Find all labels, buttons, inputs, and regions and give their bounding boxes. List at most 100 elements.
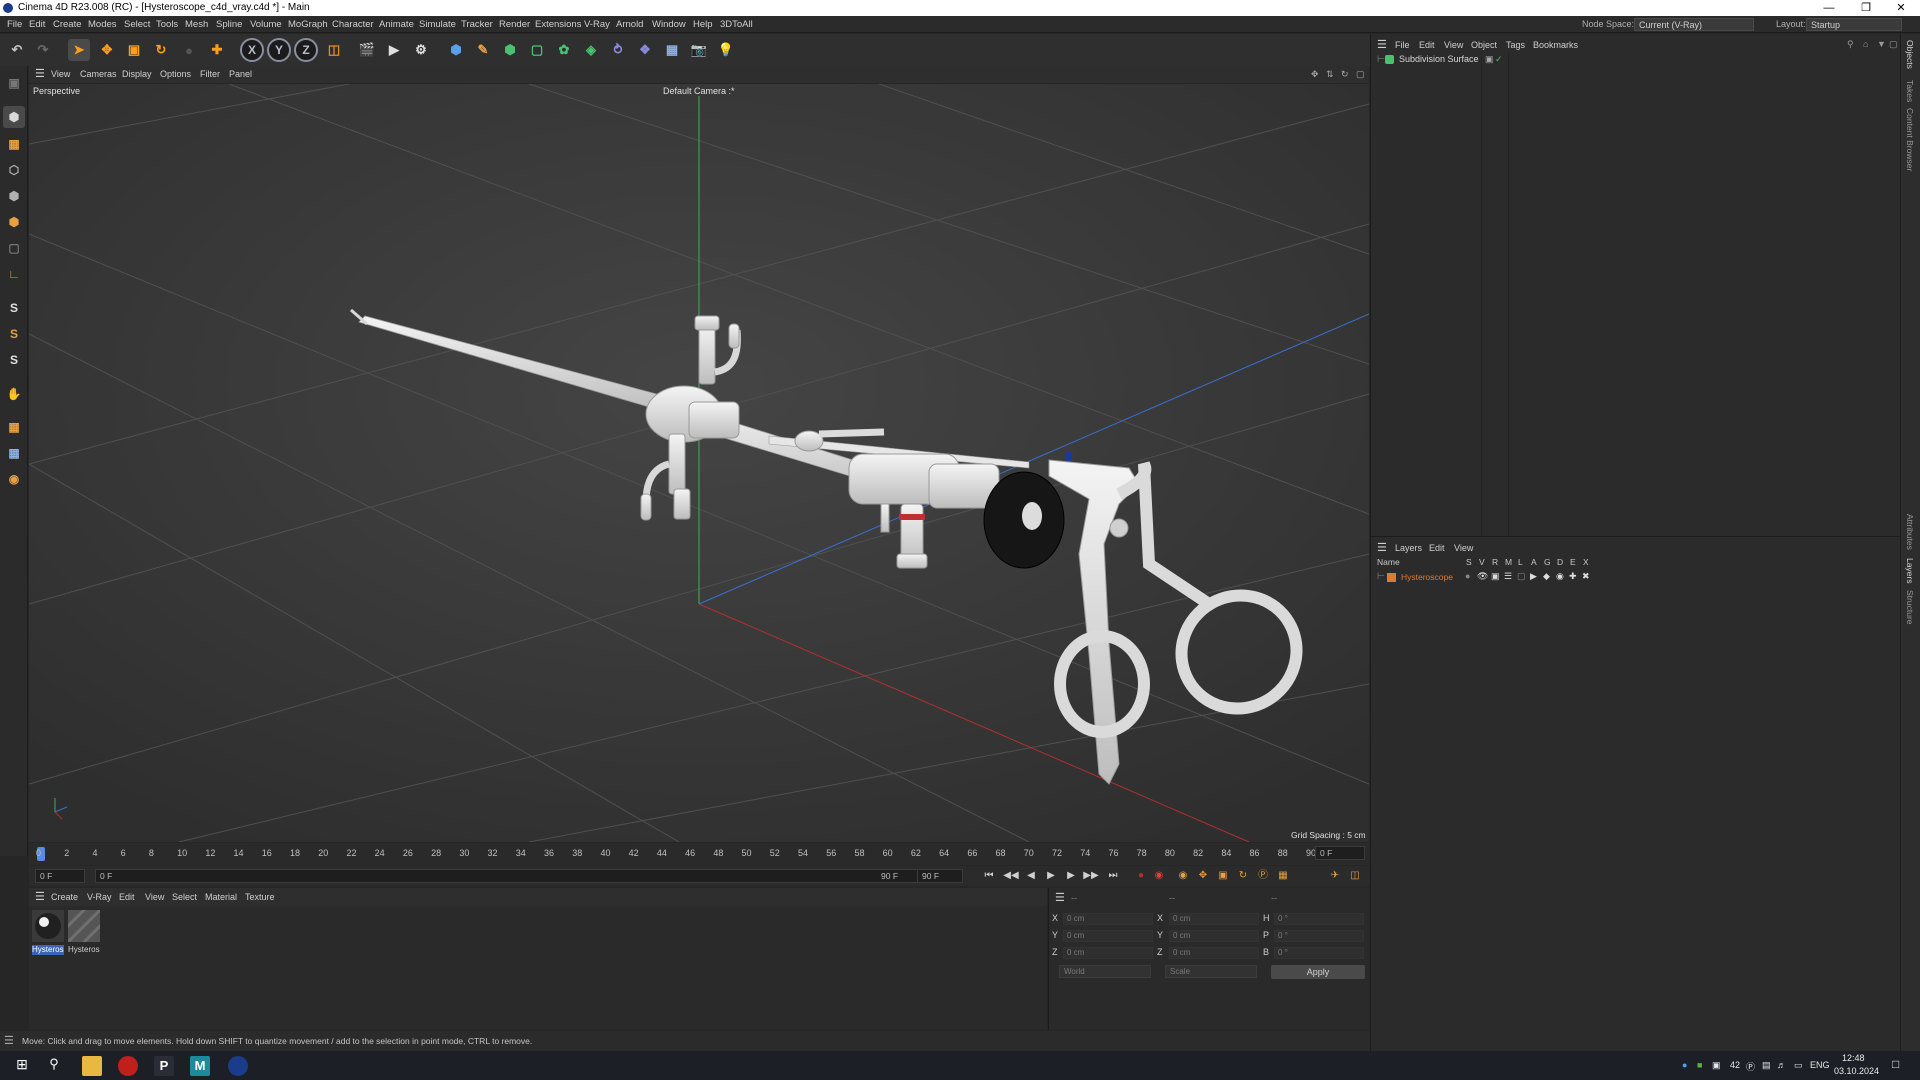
material-menu-create[interactable]: Create bbox=[51, 892, 78, 902]
texture-mode-icon[interactable]: ▦ bbox=[3, 133, 25, 155]
undo-icon[interactable]: ↶ bbox=[6, 39, 28, 61]
deformer-icon[interactable]: ⥁ bbox=[607, 39, 629, 61]
rotation-p-field[interactable]: 0 ° bbox=[1274, 930, 1364, 942]
floor-icon[interactable]: ▦ bbox=[661, 39, 683, 61]
viewport-menu-panel[interactable]: Panel bbox=[229, 69, 252, 79]
windows-start-icon[interactable]: ⊞ bbox=[12, 1056, 32, 1076]
axis-mode-icon[interactable]: ∟ bbox=[3, 263, 25, 285]
layer-animation-icon[interactable]: ▶ bbox=[1530, 571, 1537, 582]
menu-extensions[interactable]: Extensions bbox=[535, 19, 581, 30]
menu-create[interactable]: Create bbox=[53, 19, 82, 30]
status-hamburger-icon[interactable]: ☰ bbox=[4, 1034, 14, 1047]
menu-arnold[interactable]: Arnold bbox=[616, 19, 643, 30]
close-button[interactable]: ✕ bbox=[1878, 0, 1920, 16]
layer-deformers-icon[interactable]: ◉ bbox=[1556, 571, 1564, 582]
position-x-field[interactable]: 0 cm bbox=[1063, 913, 1153, 925]
point-level-key-icon[interactable]: ▦ bbox=[1275, 868, 1291, 884]
cloner-icon[interactable]: ✿ bbox=[553, 39, 575, 61]
layer-render-icon[interactable]: ▣ bbox=[1491, 571, 1500, 582]
search-icon[interactable]: ⚲ bbox=[44, 1056, 64, 1076]
size-mode-dropdown[interactable]: Scale bbox=[1165, 965, 1257, 978]
snap-icon[interactable]: S bbox=[3, 297, 25, 319]
next-key-icon[interactable]: ▶▶ bbox=[1083, 868, 1099, 884]
opera-icon[interactable] bbox=[118, 1056, 138, 1076]
layers-menu-layers[interactable]: Layers bbox=[1395, 543, 1422, 553]
tab-takes[interactable]: Takes bbox=[1905, 80, 1915, 102]
move-tool-icon[interactable]: ✥ bbox=[96, 39, 118, 61]
menu-help[interactable]: Help bbox=[693, 19, 713, 30]
render-view-icon[interactable]: 🎬 bbox=[356, 39, 378, 61]
material-menu-material[interactable]: Material bbox=[205, 892, 237, 902]
menu-animate[interactable]: Animate bbox=[379, 19, 414, 30]
go-to-start-icon[interactable]: ⏮ bbox=[981, 868, 997, 884]
tab-structure[interactable]: Structure bbox=[1905, 590, 1915, 625]
rotation-b-field[interactable]: 0 ° bbox=[1274, 947, 1364, 959]
menu-tools[interactable]: Tools bbox=[156, 19, 178, 30]
live-selection-icon[interactable]: ➤ bbox=[68, 39, 90, 61]
network-icon[interactable]: ▤ bbox=[1762, 1060, 1771, 1071]
motion-system-icon[interactable]: ✈ bbox=[1327, 868, 1343, 884]
viewport-zoom-icon[interactable]: ⇅ bbox=[1326, 69, 1334, 80]
edges-mode-icon[interactable]: ⬢ bbox=[3, 185, 25, 207]
menu-mesh[interactable]: Mesh bbox=[185, 19, 208, 30]
objects-menu-file[interactable]: File bbox=[1395, 40, 1410, 50]
menu-modes[interactable]: Modes bbox=[88, 19, 117, 30]
tab-objects[interactable]: Objects bbox=[1905, 40, 1915, 69]
layer-xref-icon[interactable]: ✖ bbox=[1582, 571, 1590, 582]
cube-icon[interactable]: ⬢ bbox=[445, 39, 467, 61]
coordinates-hamburger-icon[interactable]: ☰ bbox=[1055, 891, 1065, 904]
bluetooth-icon[interactable]: ● bbox=[1682, 1060, 1687, 1070]
layer-solo-icon[interactable]: ● bbox=[1465, 571, 1470, 581]
record-icon[interactable]: ● bbox=[1133, 868, 1149, 884]
volume-icon[interactable]: ♬ bbox=[1777, 1060, 1786, 1070]
grid-icon[interactable]: ▦ bbox=[3, 416, 25, 438]
material-hamburger-icon[interactable]: ☰ bbox=[35, 890, 45, 903]
position-key-icon[interactable]: ✥ bbox=[1195, 868, 1211, 884]
file-explorer-icon[interactable] bbox=[82, 1056, 102, 1076]
scale-key-icon[interactable]: ▣ bbox=[1215, 868, 1231, 884]
material-menu-select[interactable]: Select bbox=[172, 892, 197, 902]
material-menu-view[interactable]: View bbox=[145, 892, 164, 902]
solo-icon[interactable]: S bbox=[3, 323, 25, 345]
layout-dropdown[interactable]: Startup bbox=[1806, 18, 1902, 31]
app-m-icon[interactable]: M bbox=[190, 1056, 210, 1076]
material-menu-edit[interactable]: Edit bbox=[119, 892, 135, 902]
redo-icon[interactable]: ↷ bbox=[32, 39, 54, 61]
objects-hamburger-icon[interactable]: ☰ bbox=[1377, 38, 1387, 51]
nvidia-icon[interactable]: ■ bbox=[1697, 1060, 1702, 1070]
viewport-hamburger-icon[interactable]: ☰ bbox=[35, 67, 45, 80]
notifications-icon[interactable]: □ bbox=[1892, 1057, 1899, 1071]
object-visibility-icon[interactable]: ▣ bbox=[1485, 54, 1494, 65]
previous-frame-icon[interactable]: ◀ bbox=[1023, 868, 1039, 884]
objects-menu-bookmarks[interactable]: Bookmarks bbox=[1533, 40, 1578, 50]
scale-tool-icon[interactable]: ▣ bbox=[123, 39, 145, 61]
viewport-menu-cameras[interactable]: Cameras bbox=[80, 69, 117, 79]
field-icon[interactable]: ❖ bbox=[634, 39, 656, 61]
size-x-field[interactable]: 0 cm bbox=[1169, 913, 1259, 925]
go-to-end-icon[interactable]: ⏭ bbox=[1105, 868, 1121, 884]
end-frame-field[interactable]: 90 F bbox=[917, 869, 963, 883]
layer-view-icon[interactable]: 👁 bbox=[1477, 571, 1488, 582]
timeline-ruler[interactable]: 0 2 4 6 8 10 12 14 16 18 20 22 24 26 28 30 32 34 36 38 40 42 4… bbox=[29, 843, 1369, 865]
menu-spline[interactable]: Spline bbox=[216, 19, 242, 30]
object-row[interactable]: ⊢ Subdivision Surface ▣ ✓ bbox=[1373, 54, 1903, 67]
pen-spline-icon[interactable]: ✎ bbox=[472, 39, 494, 61]
menu-window[interactable]: Window bbox=[652, 19, 686, 30]
viewport-menu-filter[interactable]: Filter bbox=[200, 69, 220, 79]
camera-icon[interactable]: 📷 bbox=[688, 39, 710, 61]
3d-viewport[interactable]: Perspective Default Camera :* Grid Spaci… bbox=[29, 84, 1369, 842]
layers-menu-view[interactable]: View bbox=[1454, 543, 1473, 553]
app-p-icon[interactable]: P bbox=[154, 1056, 174, 1076]
play-icon[interactable]: ▶ bbox=[1043, 868, 1059, 884]
size-y-field[interactable]: 0 cm bbox=[1169, 930, 1259, 942]
rotation-key-icon[interactable]: ↻ bbox=[1235, 868, 1251, 884]
viewport-rotate-icon[interactable]: ↻ bbox=[1341, 69, 1349, 80]
objects-filter-icon[interactable]: ▼ bbox=[1877, 39, 1886, 49]
battery-icon[interactable]: ▭ bbox=[1794, 1060, 1803, 1071]
preview-range-slider[interactable]: 0 F bbox=[95, 869, 937, 883]
apply-button[interactable]: Apply bbox=[1271, 965, 1365, 979]
light-icon[interactable]: 💡 bbox=[715, 39, 737, 61]
coordinate-system-icon[interactable]: ◫ bbox=[323, 39, 345, 61]
size-z-field[interactable]: 0 cm bbox=[1169, 947, 1259, 959]
workplane-grid-icon[interactable]: ▦ bbox=[3, 442, 25, 464]
